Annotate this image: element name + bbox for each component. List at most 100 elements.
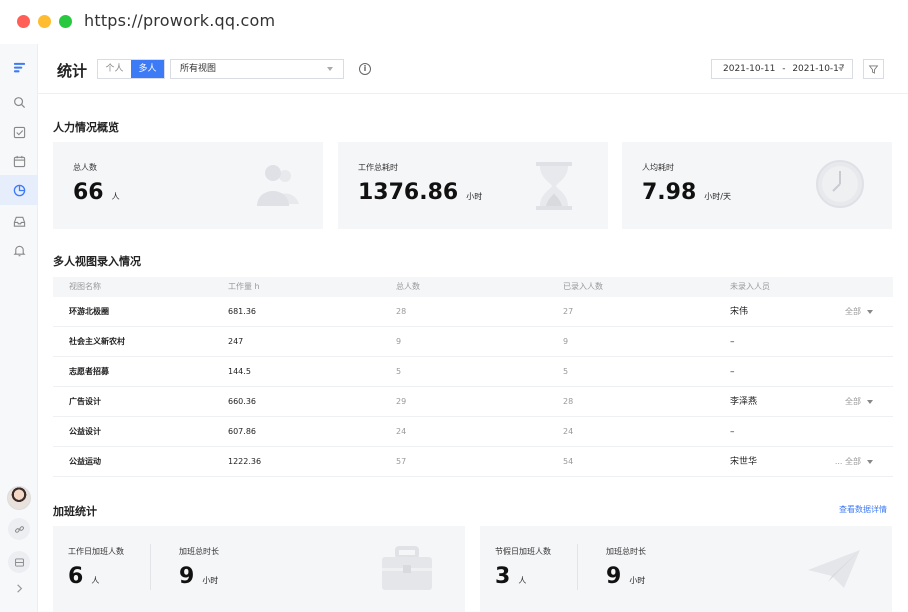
stat-unit: 小时 — [629, 576, 646, 585]
stat-unit: 人 — [518, 576, 527, 585]
table-body: 环游北极圈 681.36 28 27 宋伟 全部 社会主义新农村 247 9 9– 志愿者招募 144… — [53, 297, 893, 477]
segment-personal[interactable]: 个人 — [98, 60, 131, 78]
overtime-card-workday: 工作日加班人数 6人 加班总时长 9 小时 — [53, 526, 465, 612]
stat-unit: 小时/天 — [704, 192, 731, 201]
calendar-icon[interactable] — [0, 146, 38, 176]
date-separator: - — [782, 64, 786, 74]
window-maximize-button[interactable] — [59, 15, 72, 28]
page-title: 统计 — [57, 62, 88, 80]
column-header: 已录入人数 — [563, 282, 603, 291]
window-close-button[interactable] — [17, 15, 30, 28]
show-all-label: ... 全部 — [834, 457, 861, 466]
paper-plane-icon — [808, 550, 860, 588]
stat-unit: 人 — [111, 192, 120, 201]
clock-icon — [816, 160, 864, 208]
filter-button[interactable] — [863, 59, 884, 79]
segment-multi[interactable]: 多人 — [131, 60, 164, 78]
entered-count-cell: 5 — [563, 367, 569, 376]
stat-unit: 小时 — [466, 192, 483, 201]
overtime-section-title: 加班统计 — [53, 505, 97, 518]
hours-cell: 681.36 — [228, 307, 256, 316]
missing-people-cell: – — [730, 337, 735, 347]
hourglass-icon — [536, 162, 572, 210]
hours-cell: 1222.36 — [228, 457, 262, 466]
divider — [577, 544, 578, 590]
table-row[interactable]: 广告设计 660.36 29 28 李泽燕 全部 — [53, 387, 893, 417]
overtime-count-label: 节假日加班人数 — [495, 547, 551, 556]
overtime-hours-value: 9 小时 — [606, 564, 646, 589]
caret-down-icon — [867, 399, 873, 404]
divider — [150, 544, 151, 590]
bell-icon[interactable] — [0, 235, 38, 265]
stat-unit: 小时 — [202, 576, 219, 585]
filter-icon — [868, 65, 879, 74]
total-people-cell: 5 — [396, 367, 402, 376]
window-minimize-button[interactable] — [38, 15, 51, 28]
table-row[interactable]: 志愿者招募 144.5 5 5 – — [53, 357, 893, 387]
overtime-hours-label: 加班总时长 — [179, 547, 219, 556]
overview-section-title: 人力情况概览 — [53, 121, 119, 134]
view-details-link[interactable]: 查看数据详情 — [839, 504, 887, 515]
expand-sidebar-icon[interactable] — [0, 574, 38, 602]
show-all-label: 全部 — [845, 397, 861, 406]
stat-label: 人均耗时 — [642, 163, 674, 172]
entered-count-cell: 24 — [563, 427, 574, 436]
table-row[interactable]: 公益设计 607.86 24 24 – — [53, 417, 893, 447]
total-people-cell: 9 — [396, 337, 402, 346]
overtime-card-holiday: 节假日加班人数 3人 加班总时长 9 小时 — [480, 526, 892, 612]
overtime-hours-label: 加班总时长 — [606, 547, 646, 556]
overtime-count-value: 6人 — [68, 564, 100, 589]
hours-cell: 247 — [228, 337, 244, 346]
statistics-pie-icon[interactable] — [0, 175, 38, 205]
view-name-cell: 广告设计 — [69, 397, 101, 406]
view-select[interactable]: 所有视图 — [170, 59, 344, 79]
top-toolbar: 统计 个人 多人 所有视图 i 2021-10-11 - 2021-10-17 — [38, 44, 908, 94]
hours-cell: 607.86 — [228, 427, 256, 436]
overtime-hours-value: 9 小时 — [179, 564, 219, 589]
stat-value: 66 人 — [73, 180, 120, 205]
sidebar — [0, 44, 38, 612]
entered-count-cell: 54 — [563, 457, 574, 466]
stat-card-total-people: 总人数 66 人 — [53, 142, 323, 229]
main-content: 统计 个人 多人 所有视图 i 2021-10-11 - 2021-10-17 … — [38, 44, 908, 612]
date-end: 2021-10-17 — [792, 64, 845, 74]
user-avatar[interactable] — [7, 486, 31, 510]
stat-value: 1376.86 小时 — [358, 180, 483, 205]
address-bar[interactable]: https://prowork.qq.com — [84, 11, 275, 30]
view-name-cell: 环游北极圈 — [69, 307, 109, 316]
view-name-cell: 公益设计 — [69, 427, 101, 436]
column-header: 总人数 — [396, 282, 420, 291]
missing-people-cell: – — [730, 427, 735, 437]
search-icon[interactable] — [0, 87, 38, 117]
people-icon — [257, 165, 299, 206]
link-icon[interactable] — [8, 518, 30, 540]
table-header: 视图名称 工作量 h 总人数 已录入人数 未录入人员 — [53, 277, 893, 297]
table-row[interactable]: 公益运动 1222.36 57 54 宋世华... 全部 — [53, 447, 893, 477]
chevron-down-icon — [838, 67, 844, 71]
view-name-cell: 志愿者招募 — [69, 367, 109, 376]
task-check-icon[interactable] — [0, 117, 38, 147]
table-row[interactable]: 社会主义新农村 247 9 9 – — [53, 327, 893, 357]
stat-card-avg-hours: 人均耗时 7.98 小时/天 — [622, 142, 892, 229]
missing-people-cell: – — [730, 367, 735, 377]
scope-toggle: 个人 多人 — [97, 59, 165, 79]
show-all-dropdown[interactable]: 全部 — [845, 387, 873, 417]
table-row[interactable]: 环游北极圈 681.36 28 27 宋伟 全部 — [53, 297, 893, 327]
info-icon[interactable]: i — [359, 63, 371, 75]
stat-label: 总人数 — [73, 163, 97, 172]
stat-unit: 人 — [91, 576, 100, 585]
chevron-down-icon — [327, 67, 333, 71]
date-range-picker[interactable]: 2021-10-11 - 2021-10-17 — [711, 59, 853, 79]
column-header: 工作量 h — [228, 282, 260, 291]
show-all-dropdown[interactable]: ... 全部 — [835, 447, 873, 477]
archive-icon[interactable] — [8, 551, 30, 573]
caret-down-icon — [867, 459, 873, 464]
stat-label: 工作总耗时 — [358, 163, 398, 172]
hours-cell: 144.5 — [228, 367, 251, 376]
total-people-cell: 24 — [396, 427, 407, 436]
column-header: 视图名称 — [69, 282, 101, 291]
app-logo-icon[interactable] — [0, 52, 38, 82]
inbox-icon[interactable] — [0, 206, 38, 236]
show-all-label: 全部 — [845, 307, 861, 316]
show-all-dropdown[interactable]: 全部 — [845, 297, 873, 327]
